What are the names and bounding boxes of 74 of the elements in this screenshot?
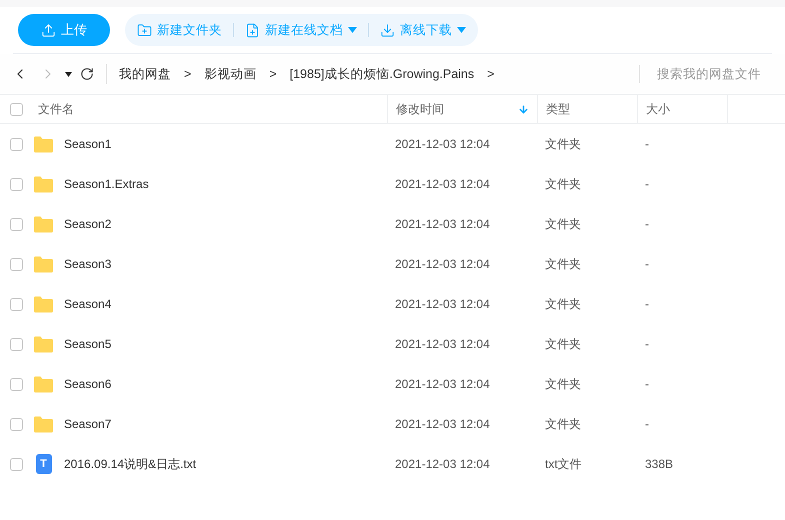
folder-icon <box>33 376 54 392</box>
file-name[interactable]: Season5 <box>64 335 112 353</box>
file-size: - <box>644 416 650 433</box>
modified-time: 2021-12-03 12:04 <box>394 416 491 433</box>
column-header[interactable]: 类型 <box>546 100 629 118</box>
breadcrumb-link[interactable]: 影视动画 <box>204 64 256 84</box>
folder-icon <box>33 296 54 312</box>
file-plus-icon <box>245 22 260 38</box>
file-name[interactable]: Season1.Extras <box>64 175 149 193</box>
checkbox[interactable] <box>10 418 23 430</box>
breadcrumb-separator: > <box>269 66 277 83</box>
modified-time: 2021-12-03 12:04 <box>394 176 491 193</box>
file-type: 文件夹 <box>544 376 582 393</box>
modified-time: 2021-12-03 12:04 <box>394 376 491 393</box>
file-size: - <box>644 296 650 313</box>
file-name[interactable]: Season3 <box>64 255 112 273</box>
breadcrumb-link[interactable]: [1985]成长的烦恼.Growing.Pains <box>290 64 474 84</box>
column-header[interactable]: 大小 <box>646 100 719 118</box>
text-file-icon: T <box>36 454 52 474</box>
checkbox[interactable] <box>10 138 23 150</box>
file-size: - <box>644 256 650 273</box>
modified-time: 2021-12-03 12:04 <box>394 216 491 233</box>
file-type: 文件夹 <box>544 336 582 353</box>
breadcrumb-separator: > <box>184 66 192 83</box>
folder-plus-icon <box>137 22 152 38</box>
modified-time: 2021-12-03 12:04 <box>394 456 491 473</box>
file-type: 文件夹 <box>544 216 582 233</box>
breadcrumb-link[interactable]: 我的网盘 <box>119 64 171 84</box>
checkbox[interactable] <box>10 258 23 270</box>
checkbox[interactable] <box>10 378 23 390</box>
file-type: txt文件 <box>544 456 583 473</box>
file-type: 文件夹 <box>544 416 582 433</box>
folder-icon <box>33 416 54 432</box>
file-name[interactable]: Season7 <box>64 415 112 433</box>
upload-icon <box>41 22 56 38</box>
caret-icon <box>457 27 466 33</box>
file-name[interactable]: Season6 <box>64 375 112 393</box>
file-size: - <box>644 336 650 353</box>
download-icon <box>380 22 395 38</box>
file-name[interactable]: Season4 <box>64 295 112 313</box>
column-header[interactable]: 文件名 <box>38 100 74 118</box>
file-size: - <box>644 136 650 153</box>
column-header[interactable]: 修改时间 <box>396 100 518 118</box>
folder-icon <box>33 216 54 232</box>
file-type: 文件夹 <box>544 256 582 273</box>
file-size: - <box>644 176 650 193</box>
file-size: - <box>644 376 650 393</box>
file-type: 文件夹 <box>544 296 582 313</box>
refresh-icon[interactable] <box>80 67 94 81</box>
modified-time: 2021-12-03 12:04 <box>394 136 491 153</box>
folder-icon <box>33 336 54 352</box>
folder-icon <box>33 176 54 192</box>
file-type: 文件夹 <box>544 176 582 193</box>
breadcrumb-separator: > <box>487 66 494 83</box>
folder-icon <box>33 256 54 272</box>
file-type: 文件夹 <box>544 136 582 153</box>
checkbox[interactable] <box>10 458 23 470</box>
checkbox[interactable] <box>10 338 23 350</box>
caret-icon <box>348 27 357 33</box>
search-field[interactable]: 搜索我的网盘文件 <box>657 64 785 84</box>
modified-time: 2021-12-03 12:04 <box>394 296 491 313</box>
modified-time: 2021-12-03 12:04 <box>394 336 491 353</box>
modified-time: 2021-12-03 12:04 <box>394 256 491 273</box>
file-name[interactable]: Season1 <box>64 135 112 153</box>
file-size: 338B <box>644 456 674 473</box>
file-name[interactable]: Season2 <box>64 215 112 233</box>
checkbox[interactable] <box>10 178 23 190</box>
checkbox[interactable] <box>10 298 23 310</box>
file-name[interactable]: 2016.09.14说明&日志.txt <box>64 455 196 473</box>
folder-icon <box>33 136 54 152</box>
checkbox[interactable] <box>10 218 23 230</box>
caret-icon[interactable] <box>65 72 72 76</box>
file-size: - <box>644 216 650 233</box>
checkbox[interactable] <box>10 102 23 116</box>
